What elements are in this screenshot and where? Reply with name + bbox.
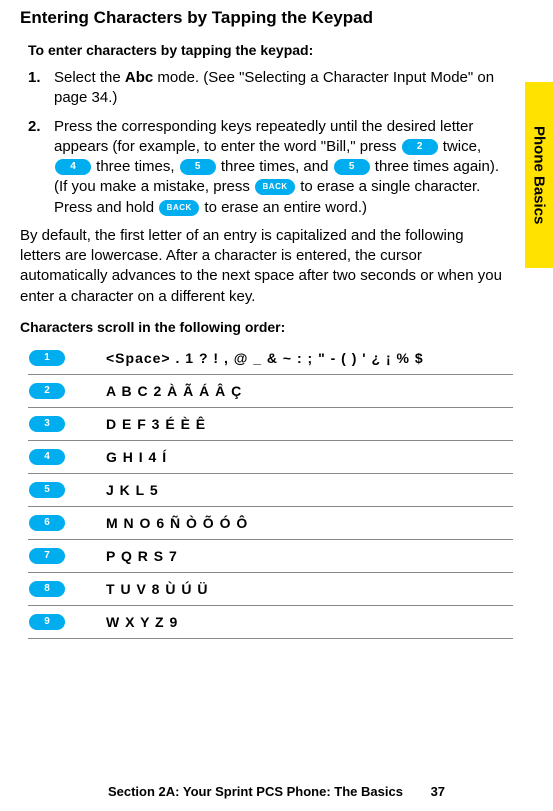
side-tab: Phone Basics [525,82,553,268]
chars-cell: J K L 5 [106,482,159,498]
table-row: 8 T U V 8 Ù Ú Ü [28,573,513,606]
chars-cell: G H I 4 Í [106,449,167,465]
key-2-icon: 2 [402,139,438,155]
keypad-3-icon: 3 [29,416,65,432]
step2-t8: to erase an entire word.) [200,199,367,216]
chars-cell: <Space> . 1 ? ! , @ _ & ~ : ; " - ( ) ' … [106,350,424,366]
step-text-pre: Select the [54,69,125,86]
key-cell: 3 [28,415,106,433]
step-number: 2. [28,117,41,137]
key-5-icon: 5 [180,159,216,175]
step-1: 1. Select the Abc mode. (See "Selecting … [28,68,513,109]
table-row: 6 M N O 6 Ñ Ò Õ Ó Ô [28,507,513,540]
chars-cell: W X Y Z 9 [106,614,178,630]
keypad-1-icon: 1 [29,350,65,366]
page-heading: Entering Characters by Tapping the Keypa… [20,8,513,28]
keypad-2-icon: 2 [29,383,65,399]
chars-cell: D E F 3 É È Ê [106,416,206,432]
character-table: 1 <Space> . 1 ? ! , @ _ & ~ : ; " - ( ) … [28,349,513,639]
keypad-4-icon: 4 [29,449,65,465]
intro-text: To enter characters by tapping the keypa… [28,42,513,58]
table-row: 1 <Space> . 1 ? ! , @ _ & ~ : ; " - ( ) … [28,349,513,375]
footer-section: Section 2A: Your Sprint PCS Phone: The B… [108,784,403,799]
key-cell: 2 [28,382,106,400]
key-back2-icon: BACK [159,200,199,216]
keypad-7-icon: 7 [29,548,65,564]
step-bold: Abc [125,69,153,86]
key-cell: 9 [28,613,106,631]
key-4-icon: 4 [55,159,91,175]
keypad-6-icon: 6 [29,515,65,531]
keypad-9-icon: 9 [29,614,65,630]
key-cell: 6 [28,514,106,532]
steps-list: 1. Select the Abc mode. (See "Selecting … [28,68,513,218]
page-footer: Section 2A: Your Sprint PCS Phone: The B… [0,784,553,799]
page-number: 37 [431,784,445,799]
table-row: 2 A B C 2 À Ã Á Â Ç [28,375,513,408]
step2-t6: (If you make a mistake, press [54,178,254,195]
page-content: Entering Characters by Tapping the Keypa… [20,0,533,639]
step2-t5: three times again). [371,158,499,175]
scroll-order-heading: Characters scroll in the following order… [20,319,513,335]
table-row: 3 D E F 3 É È Ê [28,408,513,441]
chars-cell: P Q R S 7 [106,548,178,564]
key-cell: 1 [28,349,106,367]
table-row: 5 J K L 5 [28,474,513,507]
table-row: 9 W X Y Z 9 [28,606,513,639]
chars-cell: A B C 2 À Ã Á Â Ç [106,383,242,399]
keypad-8-icon: 8 [29,581,65,597]
key-back-icon: BACK [255,179,295,195]
key-5b-icon: 5 [334,159,370,175]
key-cell: 7 [28,547,106,565]
keypad-5-icon: 5 [29,482,65,498]
step-number: 1. [28,68,41,88]
default-behavior-paragraph: By default, the first letter of an entry… [20,226,513,307]
step-2: 2. Press the corresponding keys repeated… [28,117,513,218]
key-cell: 5 [28,481,106,499]
step2-t2: twice, [439,138,482,155]
chars-cell: M N O 6 Ñ Ò Õ Ó Ô [106,515,248,531]
key-cell: 8 [28,580,106,598]
chars-cell: T U V 8 Ù Ú Ü [106,581,208,597]
table-row: 4 G H I 4 Í [28,441,513,474]
key-cell: 4 [28,448,106,466]
table-row: 7 P Q R S 7 [28,540,513,573]
step2-t3: three times, [92,158,179,175]
step2-t4: three times, and [217,158,333,175]
